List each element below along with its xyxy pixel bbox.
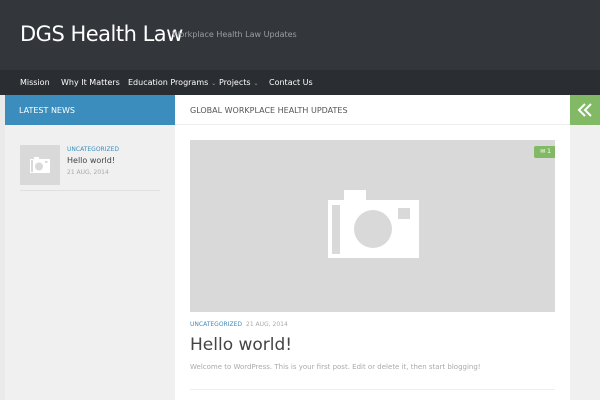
collapsed-sidebar xyxy=(570,125,600,400)
news-date: 21 AUG, 2014 xyxy=(67,169,109,176)
main-content: GLOBAL WORKPLACE HEALTH UPDATES ✉ 1 UNCA… xyxy=(175,95,570,400)
chevron-down-icon: ⌄ xyxy=(211,80,217,87)
nav-item-contact-us[interactable]: Contact Us xyxy=(269,78,313,87)
nav-item-education-programs[interactable]: Education Programs ⌄ xyxy=(128,78,216,87)
page-title: GLOBAL WORKPLACE HEALTH UPDATES xyxy=(175,95,570,125)
comment-count-badge[interactable]: ✉ 1 xyxy=(534,146,555,158)
sidebar-toggle-button[interactable] xyxy=(570,95,600,125)
divider xyxy=(190,389,555,390)
post-excerpt: Welcome to WordPress. This is your first… xyxy=(190,363,481,371)
double-chevron-left-icon xyxy=(577,103,592,117)
post-title[interactable]: Hello world! xyxy=(190,335,292,355)
site-title[interactable]: DGS Health Law xyxy=(20,22,183,46)
sidebar: LATEST NEWS UNCATEGORIZED Hello world! 2… xyxy=(5,95,175,400)
chevron-down-icon: ⌄ xyxy=(253,80,259,87)
news-title[interactable]: Hello world! xyxy=(67,156,115,165)
news-thumbnail[interactable] xyxy=(20,145,60,185)
news-category[interactable]: UNCATEGORIZED xyxy=(67,146,119,153)
nav-item-why-it-matters[interactable]: Why It Matters xyxy=(61,78,120,87)
main-nav: Mission Why It Matters Education Program… xyxy=(0,70,600,95)
comments-icon: ✉ xyxy=(540,148,546,155)
post-category[interactable]: UNCATEGORIZED xyxy=(190,321,242,328)
site-header: DGS Health Law Workplace Health Law Upda… xyxy=(0,0,600,95)
post-date: 21 AUG, 2014 xyxy=(246,321,288,328)
divider xyxy=(20,190,160,191)
camera-icon xyxy=(328,190,419,258)
nav-item-mission[interactable]: Mission xyxy=(20,78,50,87)
sidebar-heading: LATEST NEWS xyxy=(5,95,175,125)
post-thumbnail[interactable]: ✉ 1 xyxy=(190,140,555,312)
camera-icon xyxy=(30,157,50,173)
nav-item-projects[interactable]: Projects ⌄ xyxy=(219,78,259,87)
post-meta: UNCATEGORIZED 21 AUG, 2014 xyxy=(190,321,288,328)
site-description: Workplace Health Law Updates xyxy=(172,30,297,39)
